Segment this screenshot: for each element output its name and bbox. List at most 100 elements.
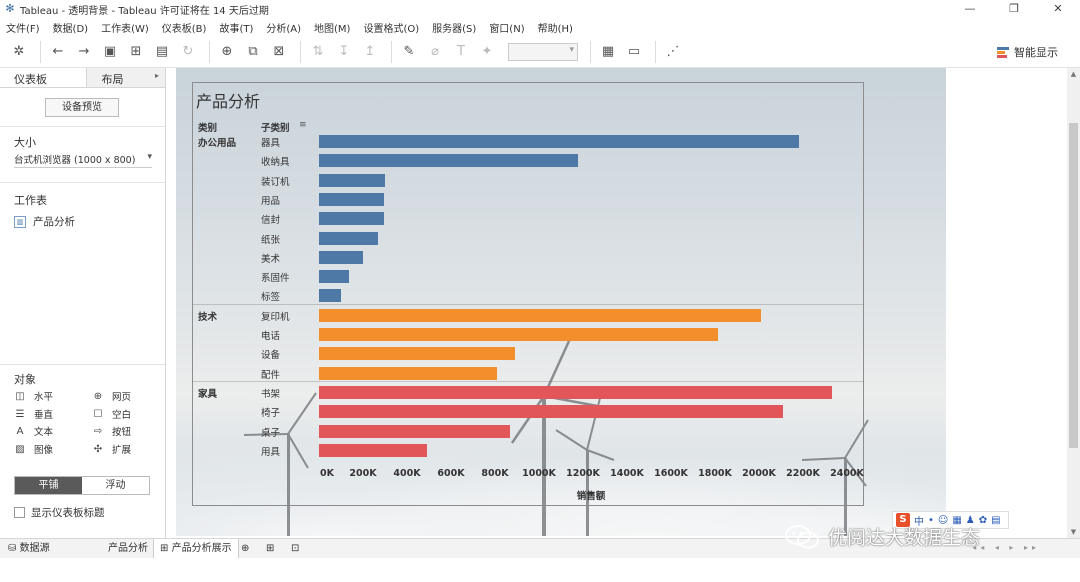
fit-dropdown[interactable] (508, 42, 578, 61)
tab-dashboard[interactable]: 仪表板 (0, 68, 88, 87)
bar-办公用品-用品[interactable] (319, 192, 384, 206)
share-icon[interactable]: ⋰ (662, 41, 684, 63)
menu-help[interactable]: 帮助(H) (538, 20, 573, 35)
menu-file[interactable]: 文件(F) (6, 20, 40, 35)
clear-sheet-icon[interactable]: ⊠ (268, 41, 290, 63)
object-horizontal[interactable]: ◫ 水平 (14, 389, 53, 404)
bar-办公用品-收纳具[interactable] (319, 154, 578, 168)
subcategory-label: 系固件 (261, 273, 290, 285)
menu-server[interactable]: 服务器(S) (432, 20, 476, 35)
device-preview-button[interactable]: 设备预览 (45, 98, 119, 117)
object-webpage[interactable]: ⊕ 网页 (92, 389, 131, 404)
bar-家具-椅子[interactable] (319, 405, 784, 419)
bar-家具-桌子[interactable] (319, 424, 511, 438)
duplicate-sheet-icon[interactable]: ⧉ (242, 41, 264, 63)
scrollbar-thumb[interactable] (1069, 123, 1078, 448)
object-image[interactable]: ▨ 图像 (14, 442, 53, 457)
bar-家具-书架[interactable] (319, 385, 832, 399)
tab-layout[interactable]: 布局 (87, 68, 165, 87)
scroll-up-icon[interactable]: ▲ (1067, 70, 1080, 78)
scroll-down-icon[interactable]: ▼ (1067, 528, 1080, 536)
tab-navigation[interactable]: ◂◂ ◂ ▸ ▸▸ (972, 543, 1040, 552)
new-story-tab-icon[interactable]: ⊡ (291, 539, 299, 559)
status-bar (0, 558, 1080, 582)
new-worksheet-tab-icon[interactable]: ⊕ (241, 539, 249, 559)
pause-update-icon[interactable]: ▤ (151, 41, 173, 63)
maximize-button[interactable]: ❐ (992, 0, 1036, 18)
subcategory-label: 用品 (261, 195, 281, 207)
tab-datasource[interactable]: ⛁ 数据源 (8, 539, 50, 559)
labels-icon[interactable]: T (450, 41, 472, 63)
subcategory-label: 器具 (261, 138, 281, 149)
sheet-item-product-analysis[interactable]: ▥ 产品分析 (14, 214, 75, 229)
tableau-home-icon[interactable]: ✲ (8, 41, 30, 63)
x-tick-label: 1400K (610, 468, 644, 479)
new-dashboard-tab-icon[interactable]: ⊞ (266, 539, 274, 559)
object-text[interactable]: A 文本 (14, 424, 53, 439)
bar-技术-设备[interactable] (319, 347, 515, 361)
pin-icon[interactable]: ✦ (476, 41, 498, 63)
bar-办公用品-装订机[interactable] (319, 173, 385, 187)
bar-办公用品-纸张[interactable] (319, 231, 379, 245)
menu-window[interactable]: 窗口(N) (489, 20, 524, 35)
vertical-scrollbar[interactable]: ▲ ▼ (1067, 68, 1080, 538)
size-dropdown[interactable]: 台式机浏览器 (1000 x 800) (14, 152, 152, 168)
floating-button[interactable]: 浮动 (82, 477, 149, 494)
swap-icon[interactable]: ⇅ (307, 41, 329, 63)
tab-sheet[interactable]: 产品分析 (108, 539, 148, 559)
bar-办公用品-信封[interactable] (319, 212, 384, 226)
menu-story[interactable]: 故事(T) (219, 20, 253, 35)
object-button[interactable]: ⇨ 按钮 (92, 424, 131, 439)
object-blank[interactable]: ☐ 空白 (92, 407, 132, 422)
x-tick-label: 1200K (566, 468, 600, 479)
show-cards-icon[interactable]: ▦ (597, 41, 619, 63)
undo-icon[interactable]: ← (47, 41, 69, 63)
menu-worksheet[interactable]: 工作表(W) (101, 20, 149, 35)
skin-icon: ✿ (978, 514, 988, 526)
save-icon[interactable]: ▣ (99, 41, 121, 63)
close-button[interactable]: ✕ (1036, 0, 1080, 18)
new-worksheet-icon[interactable]: ⊕ (216, 41, 238, 63)
bar-技术-复印机[interactable] (319, 308, 762, 322)
tab-dashboard-active[interactable]: ⊞ 产品分析展示 (153, 539, 239, 559)
sort-icon[interactable]: ≡ (299, 120, 307, 130)
smart-display-button[interactable]: 智能显示 (997, 44, 1058, 60)
bar-家具-用具[interactable] (319, 443, 427, 457)
dashboard-canvas: 产品分析 类别 子类别 ≡ 办公用品 器具 收纳具 装订机 用品 信封 纸张 美术 系固件 标签技… (176, 68, 946, 536)
menu-format[interactable]: 设置格式(O) (363, 20, 419, 35)
menu-map[interactable]: 地图(M) (314, 20, 350, 35)
x-tick-label: 1600K (654, 468, 688, 479)
object-extension[interactable]: ✣ 扩展 (92, 442, 131, 457)
vertical-container-icon: ☰ (15, 408, 25, 420)
show-title-checkbox[interactable]: 显示仪表板标题 (14, 505, 105, 520)
menu-dashboard[interactable]: 仪表板(B) (162, 20, 207, 35)
sort-asc-icon[interactable]: ↧ (333, 41, 355, 63)
presentation-icon[interactable]: ▭ (623, 41, 645, 63)
menu-data[interactable]: 数据(D) (53, 20, 89, 35)
bar-技术-电话[interactable] (319, 328, 719, 341)
bar-办公用品-器具[interactable] (319, 135, 799, 148)
group-icon[interactable]: ⌀ (424, 41, 446, 63)
subcategory-label: 书架 (261, 388, 281, 400)
tiled-floating-toggle: 平铺 浮动 (14, 476, 150, 495)
bar-技术-配件[interactable] (319, 366, 498, 380)
redo-icon[interactable]: → (73, 41, 95, 63)
bar-办公用品-标签[interactable] (319, 289, 341, 303)
refresh-icon[interactable]: ↻ (177, 41, 199, 63)
bar-办公用品-系固件[interactable] (319, 270, 349, 284)
group-separator (193, 303, 863, 305)
object-vertical[interactable]: ☰ 垂直 (14, 407, 54, 422)
tiled-button[interactable]: 平铺 (15, 477, 82, 494)
category-label: 办公用品 (198, 138, 237, 149)
x-tick-label: 200K (349, 468, 377, 479)
highlight-icon[interactable]: ✎ (398, 41, 420, 63)
minimize-button[interactable]: — (948, 0, 992, 18)
tableau-logo-icon: ✻ (5, 2, 15, 15)
x-tick-label: 2400K (830, 468, 864, 479)
subcategory-label: 电话 (261, 331, 281, 342)
new-datasource-icon[interactable]: ⊞ (125, 41, 147, 63)
worksheet-icon: ▥ (14, 215, 26, 228)
bar-办公用品-美术[interactable] (319, 250, 363, 264)
sort-desc-icon[interactable]: ↥ (359, 41, 381, 63)
menu-analysis[interactable]: 分析(A) (266, 20, 301, 35)
